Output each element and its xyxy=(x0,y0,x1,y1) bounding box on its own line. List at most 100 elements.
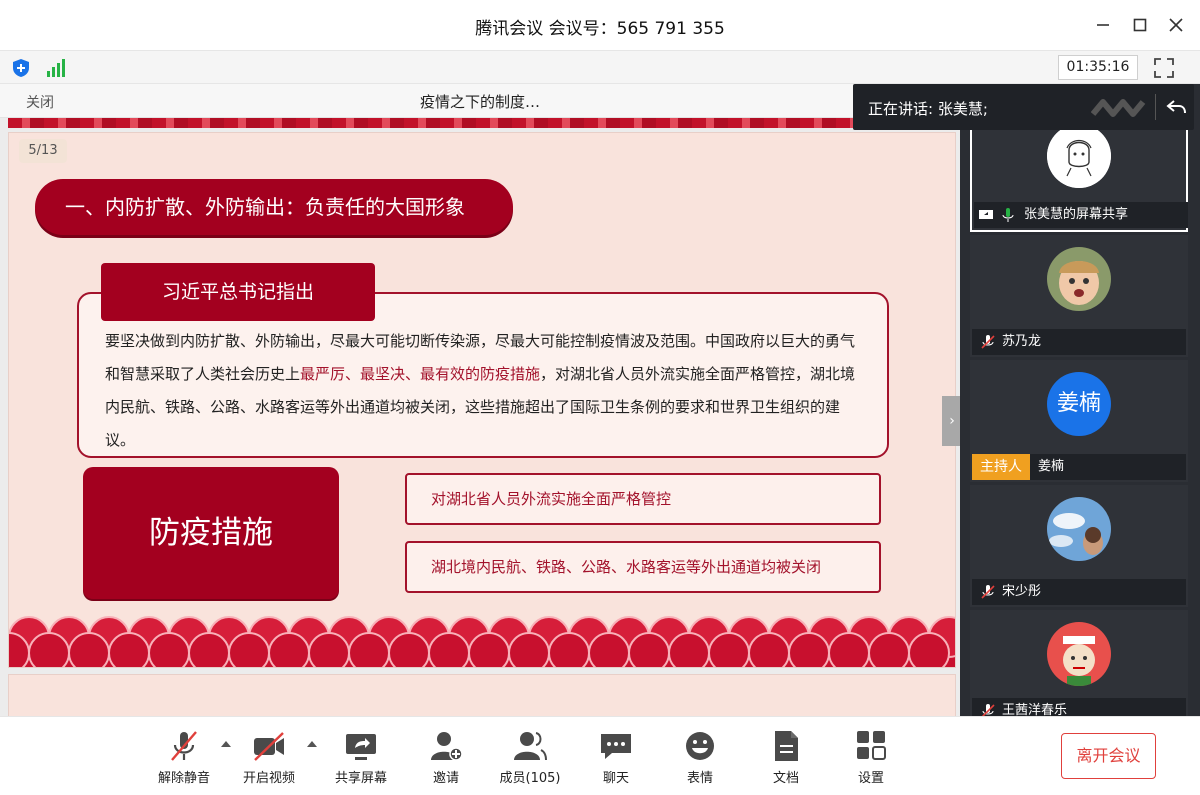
wave-circle xyxy=(708,632,750,667)
avatar: 姜楠 xyxy=(1047,372,1111,436)
document-icon xyxy=(775,731,798,761)
participant-tile[interactable]: 姜楠 主持人 姜楠 xyxy=(970,360,1188,482)
divider xyxy=(1155,94,1156,120)
documents-label: 文档 xyxy=(772,771,799,786)
close-window-icon[interactable] xyxy=(1163,12,1189,38)
mic-muted-icon xyxy=(981,704,995,716)
cartoon-avatar-icon xyxy=(1047,622,1111,686)
minimize-icon[interactable] xyxy=(1090,12,1116,38)
title-bar: 腾讯会议 会议号：565 791 355 xyxy=(0,0,1200,50)
add-user-icon xyxy=(431,732,463,761)
participant-footer: 苏乃龙 xyxy=(972,329,1186,355)
wave-circle xyxy=(28,632,70,667)
wave-circle xyxy=(388,632,430,667)
wave-circle xyxy=(428,632,470,667)
wave-circle xyxy=(748,632,790,667)
fullscreen-icon[interactable] xyxy=(1152,56,1176,80)
shared-screen: 5/13 一、内防扩散、外防输出：负责任的大国形象 习近平总书记指出 要坚决做到… xyxy=(0,118,960,716)
measure-item: 对湖北省人员外流实施全面严格管控 xyxy=(405,473,881,525)
unmute-button[interactable]: 解除静音 xyxy=(148,729,220,789)
wave-circle xyxy=(668,632,710,667)
chat-icon xyxy=(601,734,631,759)
mic-muted-icon xyxy=(981,335,995,349)
wave-pattern-decoration xyxy=(9,616,955,667)
wave-circle xyxy=(908,632,950,667)
tencent-meeting-logo xyxy=(1091,99,1146,117)
sketch-avatar-icon xyxy=(1047,124,1111,188)
wave-circle xyxy=(548,632,590,667)
wave-circle xyxy=(868,632,910,667)
share-screen-icon xyxy=(346,734,376,760)
slide-page-number: 5/13 xyxy=(19,139,67,163)
avatar xyxy=(1047,247,1111,311)
next-slide-preview xyxy=(8,674,956,716)
mic-muted-icon xyxy=(981,585,995,599)
shield-icon[interactable] xyxy=(10,57,32,79)
chat-label: 聊天 xyxy=(602,771,629,786)
video-off-icon xyxy=(254,732,284,761)
leave-meeting-button[interactable]: 离开会议 xyxy=(1061,733,1156,779)
chat-button[interactable]: 聊天 xyxy=(580,729,652,789)
participant-tile[interactable]: 宋少彤 xyxy=(970,485,1188,607)
collapse-icon[interactable] xyxy=(1165,96,1187,118)
wave-circle xyxy=(788,632,830,667)
slide-top-decoration xyxy=(8,118,956,128)
status-bar: 01:35:16 xyxy=(0,50,1200,84)
speaking-indicator: 正在讲话: 张美慧; xyxy=(853,84,1194,130)
mic-muted-icon xyxy=(171,731,197,761)
wave-circle xyxy=(468,632,510,667)
participant-name: 姜楠 xyxy=(1038,459,1065,474)
meeting-timer: 01:35:16 xyxy=(1058,55,1138,80)
mic-on-icon xyxy=(1002,208,1014,222)
documents-button[interactable]: 文档 xyxy=(750,729,822,789)
wave-circle xyxy=(108,632,150,667)
wave-circle xyxy=(348,632,390,667)
participant-name: 王茜洋春乐 xyxy=(1002,703,1068,716)
start-video-button[interactable]: 开启视频 xyxy=(233,729,305,789)
invite-label: 邀请 xyxy=(432,771,459,786)
participant-footer: 张美慧的屏幕共享 xyxy=(974,202,1188,228)
quote-text: 要坚决做到内防扩散、外防输出，尽最大可能切断传染源，尽最大可能控制疫情波及范围。… xyxy=(105,325,865,457)
sky-photo-icon xyxy=(1047,497,1111,561)
participant-name: 张美慧的屏幕共享 xyxy=(1024,207,1129,222)
wave-circle xyxy=(308,632,350,667)
participant-name: 苏乃龙 xyxy=(1002,334,1042,349)
unmute-label: 解除静音 xyxy=(157,771,210,786)
quote-highlight: 最严厉、最坚决、最有效的防疫措施 xyxy=(300,365,541,383)
members-button[interactable]: 成员(105) xyxy=(494,729,566,789)
caret-up-icon[interactable] xyxy=(220,739,232,749)
participant-footer: 主持人 姜楠 xyxy=(972,454,1186,480)
participant-tile[interactable]: 王茜洋春乐 xyxy=(970,610,1188,716)
chevron-right-icon[interactable]: › xyxy=(942,396,962,446)
document-title: 疫情之下的制度… xyxy=(419,93,540,111)
members-label: 成员(105) xyxy=(499,771,561,786)
start-video-label: 开启视频 xyxy=(242,771,295,786)
wave-circle xyxy=(228,632,270,667)
settings-button[interactable]: 设置 xyxy=(835,729,907,789)
caret-up-icon[interactable] xyxy=(306,739,318,749)
avatar xyxy=(1047,497,1111,561)
participant-footer: 宋少彤 xyxy=(972,579,1186,605)
wave-circle xyxy=(628,632,670,667)
slide-heading: 一、内防扩散、外防输出：负责任的大国形象 xyxy=(35,179,513,235)
child-photo-icon xyxy=(1047,247,1111,311)
participant-tile[interactable]: 苏乃龙 xyxy=(970,235,1188,357)
avatar xyxy=(1047,622,1111,686)
invite-button[interactable]: 邀请 xyxy=(410,729,482,789)
wave-circle xyxy=(588,632,630,667)
emoji-icon xyxy=(686,732,714,760)
participant-footer: 王茜洋春乐 xyxy=(972,698,1186,716)
settings-label: 设置 xyxy=(857,771,884,786)
emoji-label: 表情 xyxy=(686,771,713,786)
speaking-text: 正在讲话: 张美慧; xyxy=(868,100,988,118)
wave-circle xyxy=(188,632,230,667)
share-screen-button[interactable]: 共享屏幕 xyxy=(325,729,397,789)
signal-strength-icon[interactable] xyxy=(44,57,66,79)
maximize-icon[interactable] xyxy=(1127,12,1153,38)
host-badge: 主持人 xyxy=(972,454,1030,480)
share-screen-label: 共享屏幕 xyxy=(334,771,387,786)
wave-circle xyxy=(148,632,190,667)
members-icon xyxy=(514,732,547,761)
emoji-button[interactable]: 表情 xyxy=(664,729,736,789)
screen-share-icon xyxy=(979,210,993,219)
